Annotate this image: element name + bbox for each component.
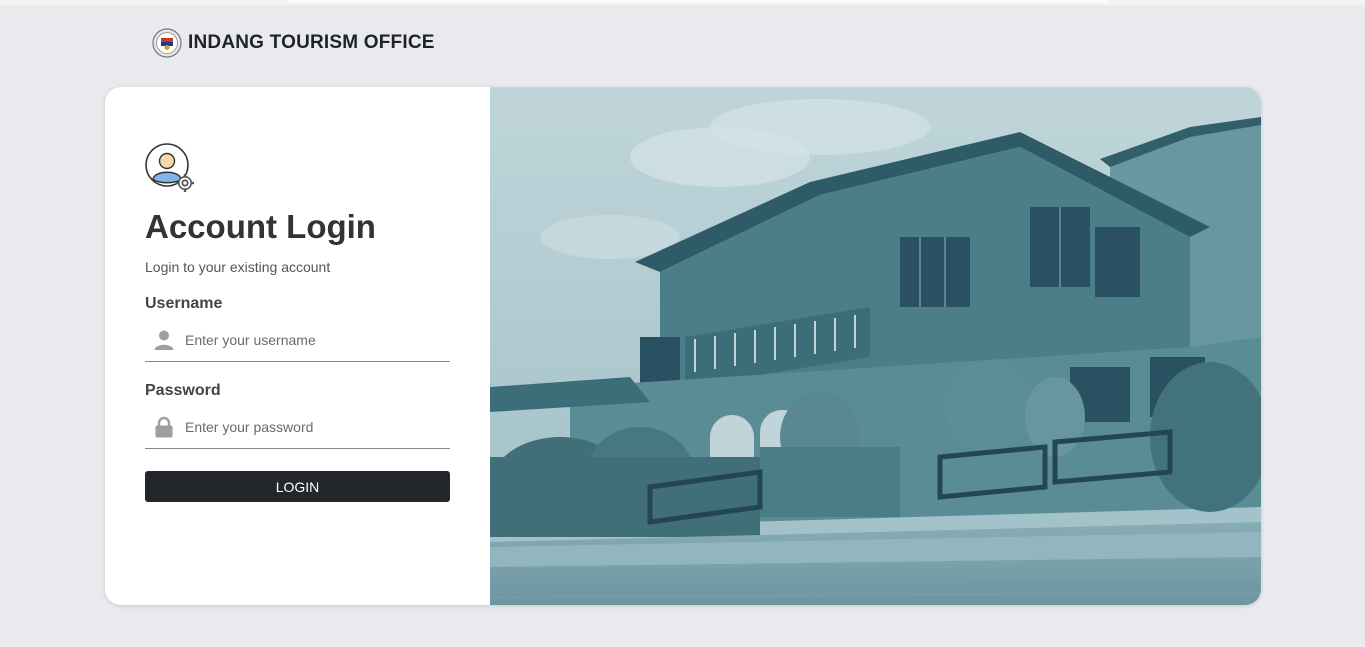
password-label: Password — [145, 382, 221, 399]
password-input[interactable] — [185, 412, 435, 442]
login-panel: Account Login Login to your existing acc… — [105, 87, 490, 605]
page-subtitle: Login to your existing account — [145, 259, 331, 275]
user-settings-icon — [145, 143, 194, 192]
user-icon — [154, 330, 174, 350]
brand-name: INDANG TOURISM OFFICE — [188, 32, 435, 53]
municipal-seal-icon — [152, 28, 182, 58]
username-input[interactable] — [185, 325, 435, 355]
heritage-house-photo — [490, 87, 1261, 605]
password-field — [145, 406, 450, 449]
brand-header[interactable]: INDANG TOURISM OFFICE — [152, 28, 435, 58]
username-label: Username — [145, 295, 223, 312]
lock-icon — [155, 416, 173, 438]
top-strip — [0, 0, 1365, 5]
login-card: Account Login Login to your existing acc… — [105, 87, 1261, 605]
page-title: Account Login — [145, 208, 376, 245]
hero-image — [490, 87, 1261, 605]
username-field — [145, 319, 450, 362]
login-button[interactable]: LOGIN — [145, 471, 450, 502]
